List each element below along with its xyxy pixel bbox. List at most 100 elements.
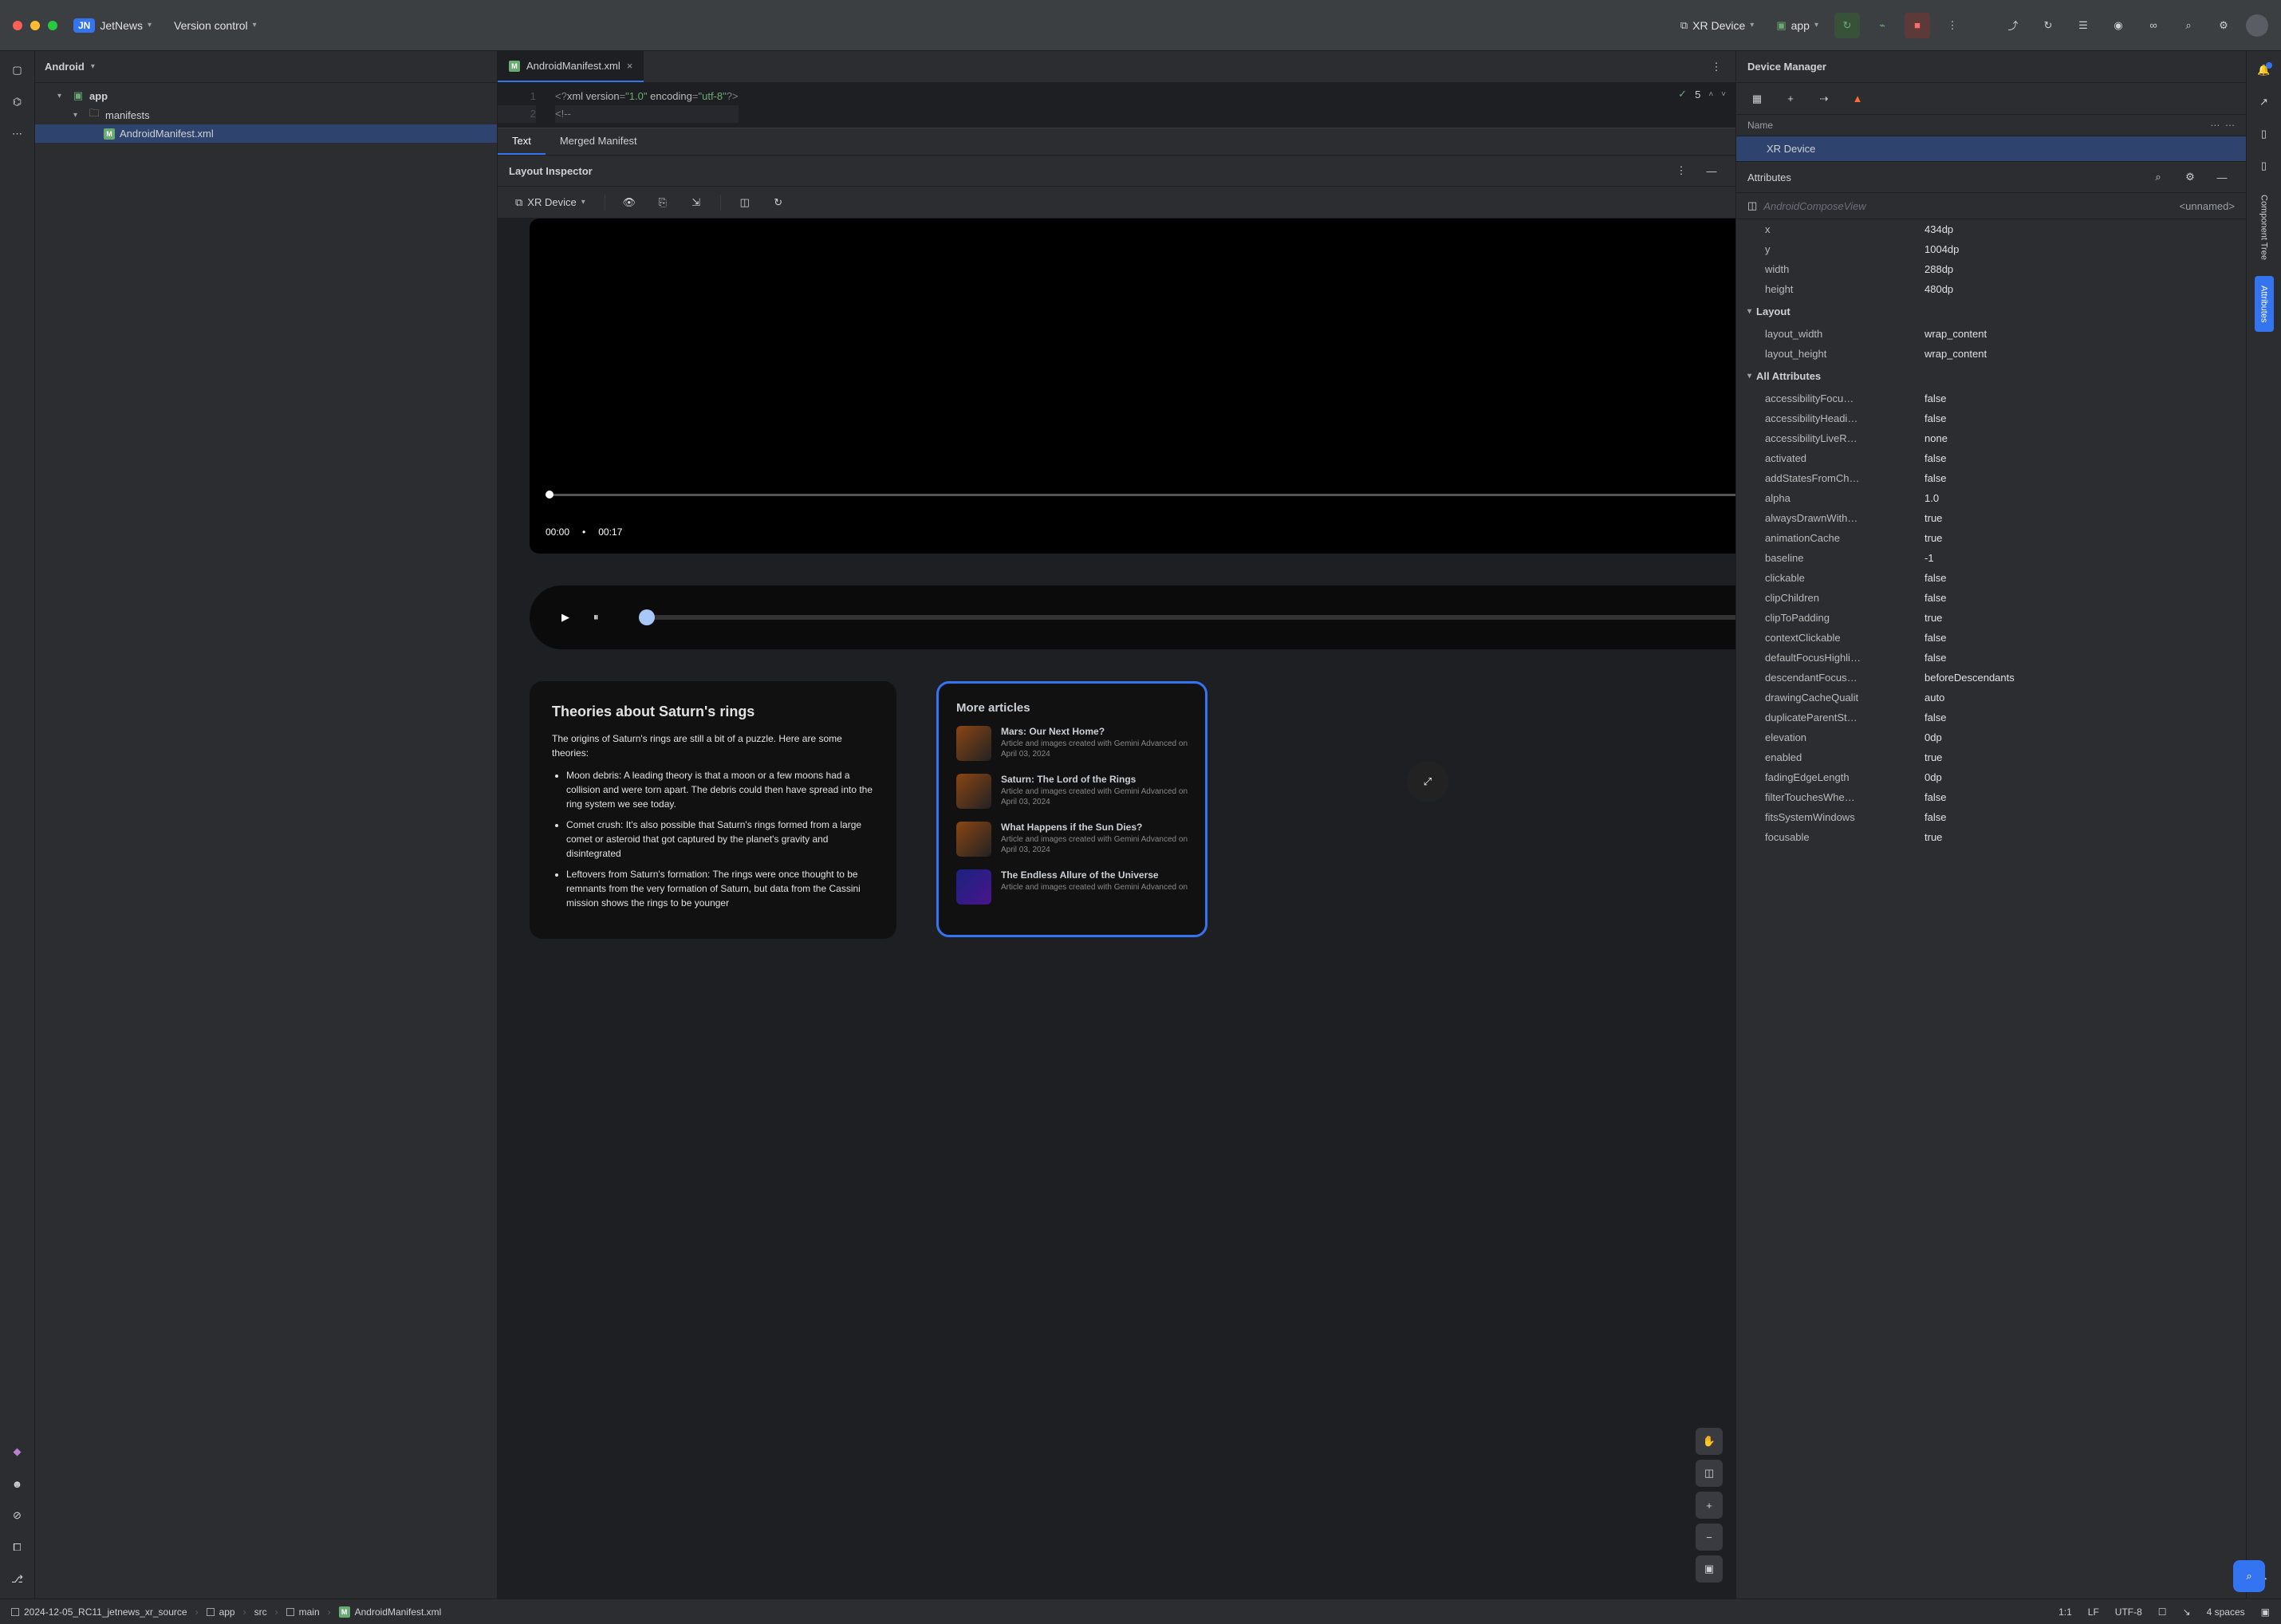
expand-fab[interactable]: ⤢	[1407, 761, 1448, 802]
attribute-row[interactable]: animationCachetrue	[1736, 528, 2246, 548]
mini-tab-merged[interactable]: Merged Manifest	[546, 128, 652, 155]
vcs-dropdown[interactable]: Version control ▾	[167, 16, 263, 35]
dm-wifi-button[interactable]: ⇢	[1811, 86, 1837, 112]
attribute-row[interactable]: x434dp	[1736, 219, 2246, 239]
run-config-selector[interactable]: ▣ app ▾	[1770, 16, 1825, 35]
cursor-position[interactable]: 1:1	[2058, 1606, 2072, 1618]
user-avatar[interactable]	[2246, 14, 2268, 37]
attribute-row[interactable]: activatedfalse	[1736, 448, 2246, 468]
profiler-button[interactable]: ◉	[2106, 13, 2131, 38]
attribute-row[interactable]: filterTouchesWhe…false	[1736, 787, 2246, 807]
breadcrumb[interactable]: MAndroidManifest.xml	[339, 1606, 442, 1618]
export-button[interactable]: ⇲	[684, 190, 709, 215]
gradle-button[interactable]: ↗	[2251, 89, 2277, 115]
breadcrumb[interactable]: src	[254, 1606, 267, 1618]
code-with-me-button[interactable]: ⤴	[2000, 13, 2026, 38]
file-encoding[interactable]: UTF-8	[2115, 1606, 2142, 1618]
tree-node-manifest-file[interactable]: M AndroidManifest.xml	[35, 124, 497, 143]
terminal-button[interactable]: ⧠	[5, 1535, 30, 1560]
attribute-row[interactable]: defaultFocusHighli…false	[1736, 648, 2246, 668]
tree-node-manifests[interactable]: ▾ 🗀 manifests	[35, 105, 497, 124]
dm-fire-button[interactable]: ▲	[1845, 86, 1870, 112]
attribute-row[interactable]: fitsSystemWindowsfalse	[1736, 807, 2246, 827]
attribute-row[interactable]: baseline-1	[1736, 548, 2246, 568]
component-tree-tab[interactable]: Component Tree	[2255, 185, 2274, 270]
inspection-widget[interactable]: ✓ 5 ˄ ˅	[1678, 88, 1726, 101]
project-selector[interactable]: JN JetNews ▾	[67, 15, 158, 36]
video-seekbar[interactable]	[546, 494, 1735, 496]
attribute-row[interactable]: clipChildrenfalse	[1736, 588, 2246, 608]
run-button[interactable]: ↻	[1834, 13, 1860, 38]
media-slider[interactable]	[639, 615, 1736, 620]
attributes-list[interactable]: x434dpy1004dpwidth288dpheight480dp ▾ Lay…	[1736, 219, 2246, 1598]
attribute-row[interactable]: height480dp	[1736, 279, 2246, 299]
attribute-row[interactable]: alwaysDrawnWith…true	[1736, 508, 2246, 528]
tree-node-app[interactable]: ▾ ▣ app	[35, 86, 497, 105]
maximize-window[interactable]	[48, 21, 57, 30]
media-control-bar[interactable]: ▶ ⏸	[530, 585, 1735, 649]
attribute-row[interactable]: enabledtrue	[1736, 747, 2246, 767]
attrs-minimize[interactable]: —	[2209, 164, 2235, 190]
attrs-search[interactable]: ⌕	[2145, 164, 2171, 190]
attribute-row[interactable]: elevation0dp	[1736, 727, 2246, 747]
line-ending[interactable]: LF	[2088, 1606, 2099, 1618]
breadcrumb[interactable]: main	[286, 1606, 320, 1618]
layout-button[interactable]: ☰	[2070, 13, 2096, 38]
debug-button[interactable]: ⌁	[1869, 13, 1895, 38]
attribute-row[interactable]: duplicateParentSt…false	[1736, 708, 2246, 727]
overlay-button[interactable]: ◫	[732, 190, 758, 215]
more-article-item[interactable]: Mars: Our Next Home?Article and images c…	[956, 726, 1188, 761]
attribute-row[interactable]: addStatesFromCh…false	[1736, 468, 2246, 488]
more-articles-card[interactable]: More articles Mars: Our Next Home?Articl…	[936, 681, 1207, 937]
sync-button[interactable]: ↻	[2035, 13, 2061, 38]
dm-grid-button[interactable]: ▦	[1744, 86, 1770, 112]
attrs-settings[interactable]: ⚙	[2177, 164, 2203, 190]
snapshot-button[interactable]: ⎘	[650, 190, 676, 215]
inspector-canvas[interactable]: 00:00 • 00:17 ⚙ ▶ ⏸ Theories about Satur…	[498, 219, 1735, 1598]
attribute-row[interactable]: fadingEdgeLength0dp	[1736, 767, 2246, 787]
minimize-window[interactable]	[30, 21, 40, 30]
device-row[interactable]: XR Device	[1736, 136, 2246, 161]
pan-button[interactable]: ✋	[1696, 1428, 1723, 1455]
build-variants-button[interactable]: ◆	[5, 1439, 30, 1464]
attribute-row[interactable]: clickablefalse	[1736, 568, 2246, 588]
inspector-device-selector[interactable]: ⧉ XR Device ▾	[507, 193, 593, 212]
zoom-fit-button[interactable]: ▣	[1696, 1555, 1723, 1583]
attribute-row[interactable]: accessibilityHeadi…false	[1736, 408, 2246, 428]
zoom-in-button[interactable]: +	[1696, 1492, 1723, 1519]
section-all-attributes[interactable]: ▾ All Attributes	[1736, 364, 2246, 388]
video-player-view[interactable]: 00:00 • 00:17 ⚙	[530, 219, 1735, 554]
refresh-button[interactable]: ↻	[766, 190, 791, 215]
attribute-row[interactable]: accessibilityLiveR…none	[1736, 428, 2246, 448]
editor-tab-options[interactable]: ⋮	[1704, 54, 1729, 80]
more-tools-button[interactable]: ⋯	[5, 121, 30, 147]
attribute-row[interactable]: focusabletrue	[1736, 827, 2246, 847]
attribute-row[interactable]: alpha1.0	[1736, 488, 2246, 508]
chevron-up-icon[interactable]: ˄	[1708, 90, 1713, 99]
problems-button[interactable]: ⊘	[5, 1503, 30, 1528]
project-tool-button[interactable]: ▢	[5, 57, 30, 83]
play-icon[interactable]: ▶	[561, 611, 569, 624]
settings-button[interactable]: ⚙	[2211, 13, 2236, 38]
pause-icon[interactable]: ⏸	[593, 611, 599, 624]
live-updates-toggle[interactable]: 👁	[617, 190, 642, 215]
run-target-selector[interactable]: ⧉ XR Device ▾	[1674, 16, 1760, 35]
attribute-row[interactable]: drawingCacheQualitauto	[1736, 688, 2246, 708]
vcs-tool-button[interactable]: ⎇	[5, 1567, 30, 1592]
mini-tab-text[interactable]: Text	[498, 128, 546, 155]
running-devices-button[interactable]: ▯	[2251, 153, 2277, 179]
more-article-item[interactable]: What Happens if the Sun Dies?Article and…	[956, 822, 1188, 857]
article-theories-card[interactable]: Theories about Saturn's rings The origin…	[530, 681, 896, 939]
status-dock-icon[interactable]: ▣	[2261, 1606, 2270, 1618]
code-editor[interactable]: 1 2 <?xml version="1.0" encoding="utf-8"…	[498, 83, 1735, 128]
more-article-item[interactable]: The Endless Allure of the UniverseArticl…	[956, 869, 1188, 905]
attribute-row[interactable]: clipToPaddingtrue	[1736, 608, 2246, 628]
attribute-row[interactable]: descendantFocus…beforeDescendants	[1736, 668, 2246, 688]
chevron-down-icon[interactable]: ▾	[91, 62, 95, 71]
editor-tab-manifest[interactable]: M AndroidManifest.xml ×	[498, 51, 644, 82]
indent-setting[interactable]: 4 spaces	[2207, 1606, 2245, 1618]
app-quality-button[interactable]: ∞	[2141, 13, 2166, 38]
chevron-down-icon[interactable]: ˅	[1721, 90, 1726, 99]
attribute-row[interactable]: y1004dp	[1736, 239, 2246, 259]
attribute-row[interactable]: accessibilityFocu…false	[1736, 388, 2246, 408]
